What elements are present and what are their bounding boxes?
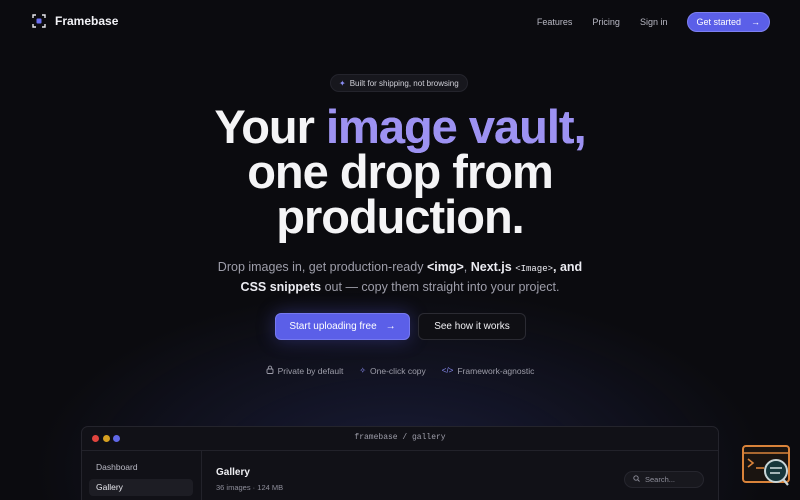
sidebar-item-gallery[interactable]: Gallery (89, 479, 193, 496)
start-uploading-label: Start uploading free (289, 321, 377, 332)
see-how-it-works-button[interactable]: See how it works (418, 313, 526, 340)
search-input[interactable]: Search... (624, 471, 704, 488)
arrow-right-icon: → (385, 321, 396, 332)
app-sidebar: Dashboard Gallery (82, 451, 202, 500)
subtitle-part: out — copy them straight into your proje… (321, 280, 560, 294)
code-img-text: <img> (426, 260, 464, 274)
nextjs-label: Next.js (470, 260, 512, 274)
search-placeholder: Search... (645, 475, 676, 484)
app-title-bar: framebase / gallery (82, 427, 718, 451)
code-icon: </> (441, 366, 454, 375)
top-nav: Framebase Features Pricing Sign in Get s… (0, 0, 800, 44)
sidebar-item-dashboard[interactable]: Dashboard (89, 459, 193, 476)
start-uploading-button[interactable]: Start uploading free → (275, 313, 410, 340)
brand[interactable]: Framebase (32, 14, 118, 28)
terminal-help-icon[interactable] (742, 445, 790, 487)
gallery-title: Gallery (216, 467, 250, 478)
feature-item: Private by default (266, 365, 344, 376)
get-started-label: Get started (696, 17, 741, 27)
brand-name: Framebase (55, 14, 119, 28)
frame-logo-icon (32, 14, 46, 28)
sparkle-icon: ✧ (359, 366, 367, 375)
hero-badge: ✦ Built for shipping, not browsing (330, 74, 468, 92)
feature-label: One-click copy (370, 365, 426, 376)
feature-list: Private by default ✧ One-click copy </> … (0, 365, 800, 376)
nav-link-pricing[interactable]: Pricing (592, 12, 620, 32)
feature-label: Framework-agnostic (457, 365, 535, 376)
css-snippets-label: CSS snippets (240, 280, 322, 294)
headline-line-3: production. (276, 190, 524, 243)
feature-item: ✧ One-click copy (359, 365, 425, 376)
subtitle-part: , and (553, 260, 583, 274)
see-how-label: See how it works (434, 321, 510, 332)
code-image: <Image> (515, 264, 554, 274)
app-path: framebase / gallery (354, 433, 446, 442)
sparkle-icon: ✦ (339, 78, 346, 88)
hero-subtitle: Drop images in, get production-ready <im… (0, 258, 800, 296)
code-img: <img> (427, 260, 464, 274)
arrow-right-icon: → (751, 17, 760, 27)
subtitle-part: Drop images in, get production-ready (217, 260, 427, 274)
hero-headline: Your image vault, one drop from producti… (0, 103, 800, 243)
nav-link-features[interactable]: Features (537, 12, 573, 32)
nav-link-sign-in[interactable]: Sign in (640, 12, 668, 32)
nav-links: Features Pricing Sign in Get started → (537, 12, 770, 32)
gallery-meta: 36 images · 124 MB (216, 483, 284, 492)
hero-badge-text: Built for shipping, not browsing (349, 78, 459, 88)
subtitle-part: , (463, 260, 471, 274)
app-preview-window: framebase / gallery Dashboard Gallery Ga… (81, 426, 719, 500)
headline-line-1: Your image vault, (0, 103, 800, 150)
search-icon (633, 475, 640, 484)
feature-item: </> Framework-agnostic (442, 365, 535, 376)
lock-icon (266, 365, 274, 376)
headline-line-2: one drop from (247, 145, 554, 198)
feature-label: Private by default (277, 365, 344, 376)
get-started-button[interactable]: Get started → (687, 12, 770, 32)
